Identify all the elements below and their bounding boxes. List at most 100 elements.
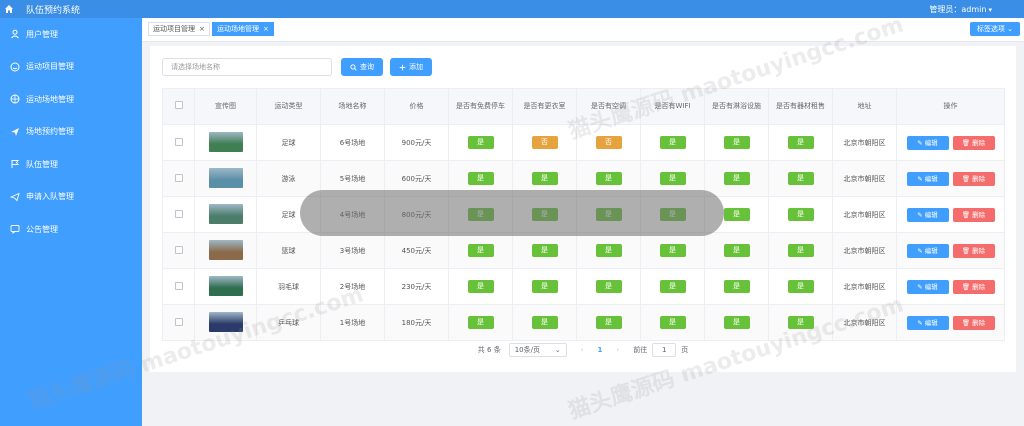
thumbnail-cell: [194, 124, 257, 161]
flag-cell: 是: [576, 232, 641, 269]
row-checkbox[interactable]: [174, 245, 183, 254]
venue-thumbnail[interactable]: [208, 311, 243, 332]
delete-button[interactable]: 🗑 删除: [952, 243, 995, 258]
admin-menu[interactable]: 管理员：admin ▾: [929, 4, 992, 15]
prev-page-icon[interactable]: ‹: [581, 346, 584, 354]
sidebar-item[interactable]: 用户管理: [0, 18, 142, 51]
row-select-cell[interactable]: [162, 160, 195, 197]
flag-cell: 是: [704, 268, 769, 305]
edit-button[interactable]: ✎ 编辑: [906, 315, 949, 330]
select-all-checkbox[interactable]: [174, 100, 183, 109]
price-cell: 450元/天: [384, 232, 449, 269]
venue-thumbnail[interactable]: [208, 239, 243, 260]
flag-cell: 是: [768, 268, 833, 305]
row-checkbox[interactable]: [174, 281, 183, 290]
sidebar-item-label: 公告管理: [26, 224, 58, 234]
goto-page-input[interactable]: 1: [652, 343, 677, 357]
flag-cell: 是: [704, 124, 769, 161]
sidebar-item[interactable]: 公告管理: [0, 213, 142, 246]
yes-badge: 是: [787, 316, 814, 329]
delete-button[interactable]: 🗑 删除: [952, 315, 995, 330]
thumbnail-cell: [194, 304, 257, 341]
venue-thumbnail[interactable]: [208, 275, 243, 296]
table-row: 足球 6号场地 900元/天是否否是是是北京市朝阳区 ✎ 编辑 🗑 删除: [162, 124, 1005, 161]
actions-cell: ✎ 编辑 🗑 删除: [896, 124, 1005, 161]
query-button[interactable]: 查询: [341, 58, 383, 76]
edit-label: 编辑: [924, 246, 938, 255]
column-header: 是否有WIFI: [640, 88, 705, 125]
delete-button[interactable]: 🗑 删除: [952, 171, 995, 186]
venue-cell: 6号场地: [320, 124, 385, 161]
edit-button[interactable]: ✎ 编辑: [906, 243, 949, 258]
row-select-cell[interactable]: [162, 268, 195, 305]
sidebar-item[interactable]: 运动项目管理: [0, 51, 142, 84]
table-row: 羽毛球 2号场地 230元/天是是是是是是北京市朝阳区 ✎ 编辑 🗑 删除: [162, 268, 1005, 305]
row-checkbox[interactable]: [174, 209, 183, 218]
flag-cell: 是: [512, 232, 577, 269]
row-select-cell[interactable]: [162, 304, 195, 341]
sidebar-item[interactable]: 申请入队管理: [0, 181, 142, 214]
venue-search-input[interactable]: 请选择场地名称: [162, 58, 332, 76]
pagination: 共 6 条 10条/页 ⌄ ‹ 1 › 前往 1 页: [150, 342, 1016, 358]
edit-button[interactable]: ✎ 编辑: [906, 135, 949, 150]
yes-badge: 是: [723, 136, 750, 149]
close-icon[interactable]: ×: [263, 25, 269, 33]
row-checkbox[interactable]: [174, 173, 183, 182]
yes-badge: 是: [595, 244, 622, 257]
send-icon: [10, 127, 20, 137]
venue-thumbnail[interactable]: [208, 131, 243, 152]
trash-icon: 🗑: [961, 210, 971, 219]
column-header: 是否有器材租售: [768, 88, 833, 125]
venue-thumbnail[interactable]: [208, 167, 243, 188]
column-header: 是否有更衣室: [512, 88, 577, 125]
page-number[interactable]: 1: [598, 346, 603, 354]
smile-icon: [10, 62, 20, 72]
delete-button[interactable]: 🗑 删除: [952, 135, 995, 150]
page-size-value: 10条/页: [514, 346, 540, 354]
row-checkbox[interactable]: [174, 317, 183, 326]
yes-badge: 是: [723, 172, 750, 185]
yes-badge: 是: [659, 136, 686, 149]
sport-cell: 篮球: [256, 232, 321, 269]
thumbnail-cell: [194, 232, 257, 269]
delete-button[interactable]: 🗑 删除: [952, 279, 995, 294]
flag-cell: 是: [768, 124, 833, 161]
edit-icon: ✎: [917, 282, 923, 291]
search-placeholder: 请选择场地名称: [171, 63, 220, 71]
select-all-cell[interactable]: [162, 88, 195, 125]
edit-icon: ✎: [917, 318, 923, 327]
delete-button[interactable]: 🗑 删除: [952, 207, 995, 222]
row-select-cell[interactable]: [162, 196, 195, 233]
edit-button[interactable]: ✎ 编辑: [906, 279, 949, 294]
row-checkbox[interactable]: [174, 137, 183, 146]
flag-cell: 是: [768, 196, 833, 233]
tab-options-button[interactable]: 标签选项 ⌄: [970, 22, 1020, 36]
home-icon[interactable]: [0, 0, 18, 18]
sidebar-item[interactable]: 运动场地管理: [0, 83, 142, 116]
edit-button[interactable]: ✎ 编辑: [906, 171, 949, 186]
sidebar-item[interactable]: 队伍管理: [0, 148, 142, 181]
yes-badge: 是: [467, 136, 494, 149]
flag-cell: 是: [768, 160, 833, 197]
edit-button[interactable]: ✎ 编辑: [906, 207, 949, 222]
sidebar-item[interactable]: 场地预约管理: [0, 116, 142, 149]
row-select-cell[interactable]: [162, 232, 195, 269]
yes-badge: 是: [787, 136, 814, 149]
page-size-select[interactable]: 10条/页 ⌄: [508, 343, 567, 357]
tab-sport-types[interactable]: 运动项目管理 ×: [148, 22, 210, 36]
venue-thumbnail[interactable]: [208, 203, 243, 224]
sidebar-item-label: 场地预约管理: [26, 127, 74, 137]
address-cell: 北京市朝阳区: [832, 124, 897, 161]
next-page-icon[interactable]: ›: [616, 346, 619, 354]
row-select-cell[interactable]: [162, 124, 195, 161]
search-icon: [350, 63, 357, 71]
actions-cell: ✎ 编辑 🗑 删除: [896, 304, 1005, 341]
column-header: 是否有免费停车: [448, 88, 513, 125]
yes-badge: 是: [787, 172, 814, 185]
yes-badge: 是: [659, 316, 686, 329]
add-button[interactable]: 添加: [390, 58, 432, 76]
close-icon[interactable]: ×: [199, 25, 205, 33]
column-header: 是否有淋浴设施: [704, 88, 769, 125]
yes-badge: 是: [659, 244, 686, 257]
tab-venues[interactable]: 运动场地管理 ×: [212, 22, 274, 36]
